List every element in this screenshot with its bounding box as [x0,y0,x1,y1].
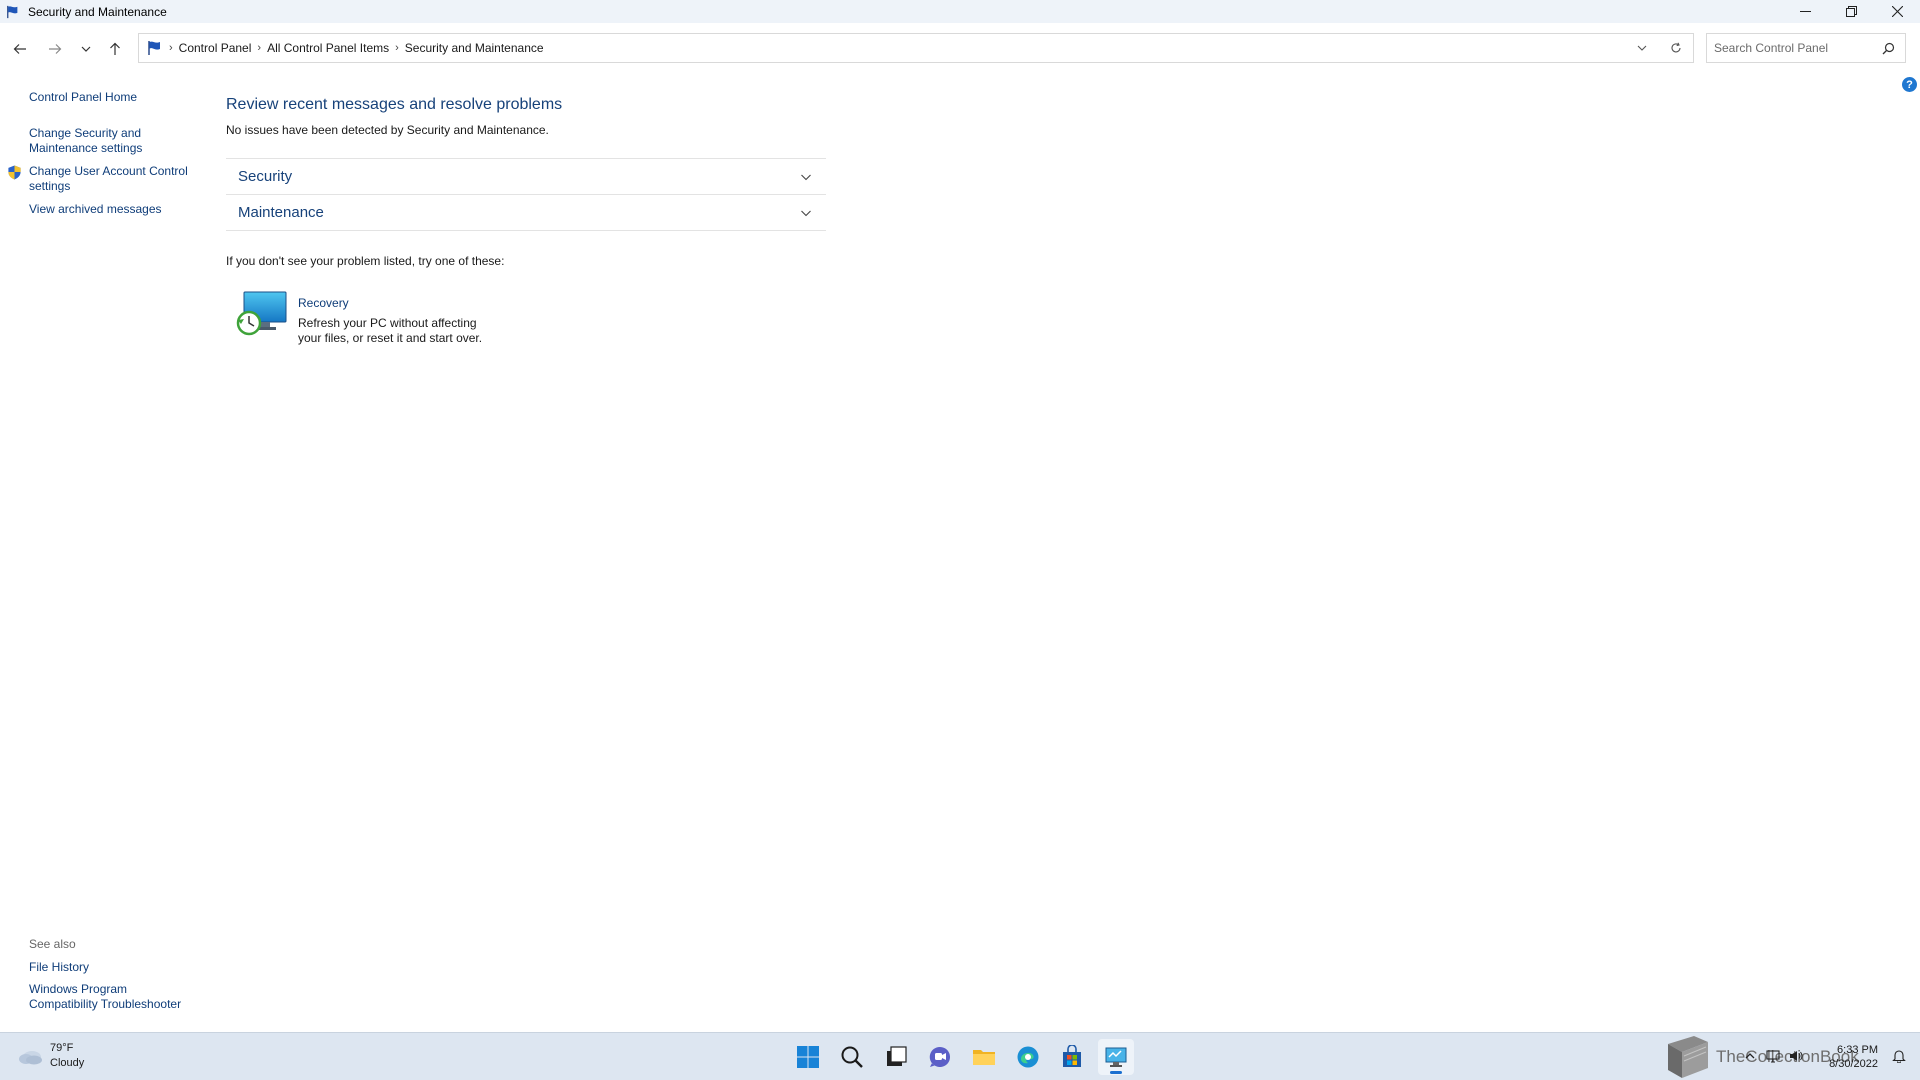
chevron-down-icon [1637,45,1647,51]
chevron-up-icon[interactable] [1743,1049,1757,1063]
section-label: Security [238,168,293,185]
notification-icon[interactable] [1892,1049,1906,1063]
compatibility-troubleshooter-link[interactable]: Windows Program Compatibility Troublesho… [29,982,194,1012]
status-message: No issues have been detected by Security… [226,123,549,137]
help-icon[interactable]: ? [1902,77,1917,92]
up-button[interactable] [103,37,127,61]
navigation-bar: › Control Panel › All Control Panel Item… [0,30,1920,68]
windows-logo-icon [797,1046,819,1068]
back-arrow-icon [13,44,26,54]
view-archived-messages-link[interactable]: View archived messages [29,202,199,217]
forward-arrow-icon [49,44,62,54]
forward-button[interactable] [43,37,67,61]
address-bar[interactable]: › Control Panel › All Control Panel Item… [138,33,1694,63]
chevron-down-icon[interactable] [800,171,812,183]
breadcrumb-separator[interactable]: › [395,42,399,54]
back-button[interactable] [8,37,32,61]
close-icon [1891,6,1903,17]
recovery-link[interactable]: Recovery [298,296,349,310]
control-panel-taskbar-button[interactable] [1098,1039,1134,1075]
control-panel-icon [1105,1047,1127,1067]
minimize-button[interactable] [1782,0,1828,23]
see-also-label: See also [29,937,76,951]
restore-button[interactable] [1828,0,1874,23]
recovery-icon[interactable] [236,290,288,338]
up-arrow-icon [110,42,120,55]
page-heading: Review recent messages and resolve probl… [226,96,563,113]
address-dropdown-button[interactable] [1625,34,1659,62]
shield-icon [8,165,21,180]
breadcrumb-control-panel[interactable]: Control Panel [179,41,252,55]
refresh-icon [1671,42,1681,53]
try-these-text: If you don't see your problem listed, tr… [226,254,505,268]
taskbar: 79°F Cloudy TheCollectionBook 6:33 PM 8/… [0,1032,1920,1080]
chevron-down-icon [81,46,91,52]
search-box[interactable] [1706,33,1906,63]
cloud-icon [19,1051,42,1065]
refresh-button[interactable] [1659,34,1693,62]
search-icon [841,1046,863,1068]
book-icon [1668,1036,1708,1078]
change-security-settings-link[interactable]: Change Security and Maintenance settings [29,126,164,156]
clock-time: 6:33 PM [1837,1044,1878,1056]
task-view-icon [887,1046,907,1066]
weather-temperature: 79°F [50,1042,74,1054]
volume-icon[interactable] [1789,1049,1803,1063]
section-label: Maintenance [238,204,324,221]
recovery-description: Refresh your PC without affecting your f… [298,316,483,345]
edge-icon [1017,1046,1039,1068]
breadcrumb-separator[interactable]: › [169,42,173,54]
weather-widget[interactable]: 79°F Cloudy [16,1041,84,1071]
edge-browser-button[interactable] [1010,1039,1046,1075]
maintenance-section-header[interactable]: Maintenance [226,194,826,230]
network-icon[interactable] [1766,1049,1780,1063]
chat-icon [929,1046,950,1067]
search-taskbar-button[interactable] [834,1039,870,1075]
window-title: Security and Maintenance [28,4,167,19]
restore-icon [1845,6,1857,17]
start-button[interactable] [790,1039,826,1075]
chevron-down-icon[interactable] [800,207,812,219]
minimize-icon [1799,11,1811,12]
clock-date: 8/30/2022 [1829,1058,1878,1070]
search-input[interactable] [1707,41,1867,55]
recent-locations-button[interactable] [74,37,98,61]
title-bar: Security and Maintenance [0,0,1920,23]
section-divider [226,230,826,231]
breadcrumb-all-items[interactable]: All Control Panel Items [267,41,389,55]
folder-icon [973,1050,995,1065]
breadcrumb-security-maintenance[interactable]: Security and Maintenance [405,41,544,55]
file-history-link[interactable]: File History [29,960,199,975]
microsoft-store-button[interactable] [1054,1039,1090,1075]
flag-icon [148,41,160,55]
chat-button[interactable] [922,1039,958,1075]
file-explorer-button[interactable] [966,1039,1002,1075]
system-tray: TheCollectionBook 6:33 PM 8/30/2022 [1660,1033,1920,1080]
control-panel-home-link[interactable]: Control Panel Home [29,90,199,105]
search-icon[interactable] [1882,42,1895,55]
task-view-button[interactable] [878,1039,914,1075]
breadcrumb-separator[interactable]: › [257,42,261,54]
close-button[interactable] [1874,0,1920,23]
clock[interactable]: 6:33 PM 8/30/2022 [1829,1043,1878,1071]
security-section-header[interactable]: Security [226,158,826,194]
flag-icon [7,5,18,18]
store-icon [1063,1045,1081,1067]
weather-description: Cloudy [50,1057,85,1069]
change-uac-settings-link[interactable]: Change User Account Control settings [29,164,199,194]
